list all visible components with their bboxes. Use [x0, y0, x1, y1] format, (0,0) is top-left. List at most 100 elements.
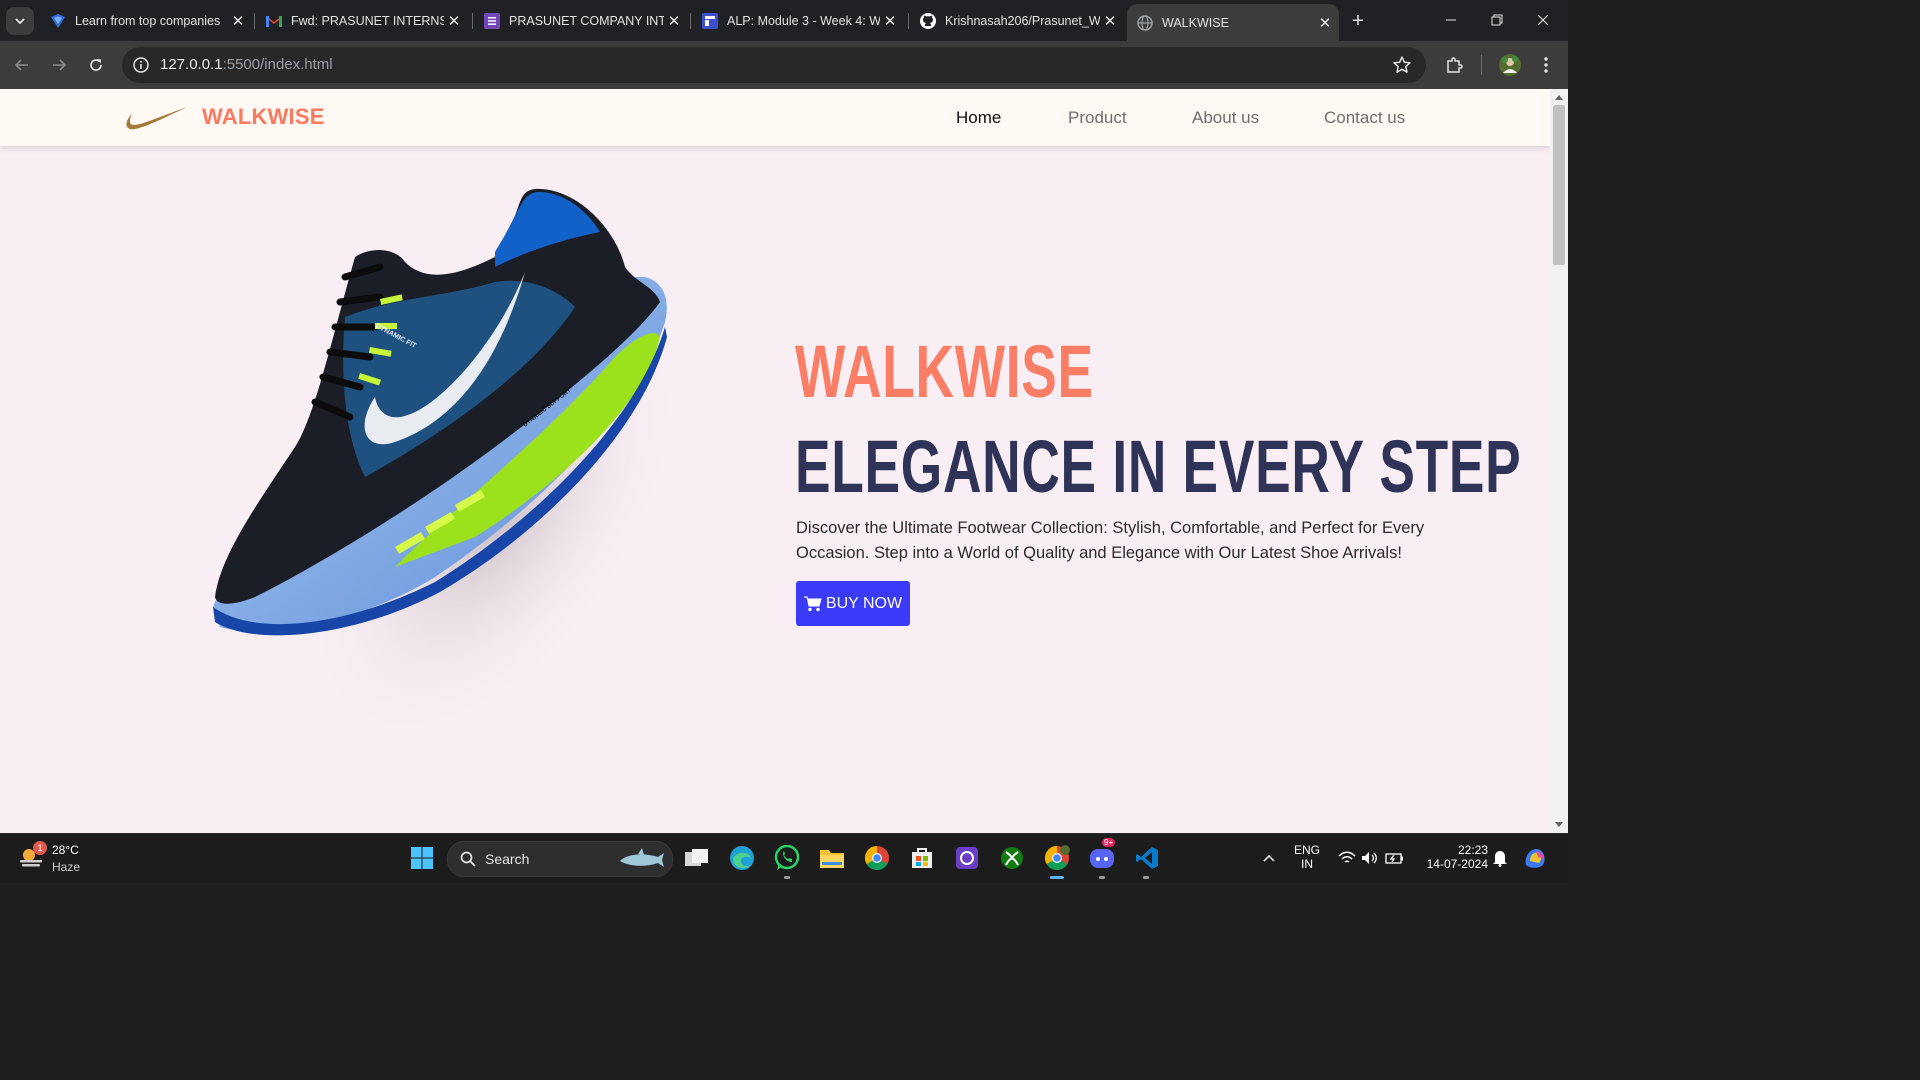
nav-product[interactable]: Product [1068, 108, 1127, 128]
weather-notification-badge: 1 [33, 841, 47, 855]
nav-about-us[interactable]: About us [1192, 108, 1259, 128]
back-button[interactable] [8, 51, 36, 79]
kebab-menu-icon [1544, 57, 1548, 73]
clock-date: 14-07-2024 [1426, 857, 1488, 871]
clock[interactable]: 22:23 14-07-2024 [1416, 843, 1488, 871]
page-viewport: WALKWISE Home Product About us Contact u… [0, 89, 1550, 833]
edge-icon [730, 846, 754, 870]
task-view-button[interactable] [683, 844, 711, 872]
scroll-down-arrow-icon[interactable] [1555, 822, 1563, 827]
page-scrollbar[interactable] [1550, 89, 1568, 833]
extensions-button[interactable] [1440, 51, 1468, 79]
taskbar-search[interactable]: Search [447, 841, 673, 877]
tab-title: PRASUNET COMPANY INTERNSHIP [509, 13, 664, 28]
start-button[interactable] [408, 844, 436, 872]
tab-learn[interactable]: Learn from top companies ✕ [40, 6, 252, 35]
address-bar[interactable]: 127.0.0.1:5500/index.html [122, 47, 1426, 83]
tab-gmail[interactable]: Fwd: PRASUNET INTERNSHIP ✕ [256, 6, 468, 35]
language-indicator[interactable]: ENG IN [1290, 843, 1324, 871]
reload-button[interactable] [82, 51, 110, 79]
copilot-button[interactable] [1521, 844, 1549, 872]
globe-icon [1137, 14, 1153, 31]
info-icon[interactable] [132, 56, 150, 74]
taskbar-xbox[interactable] [998, 844, 1026, 872]
browser-toolbar: 127.0.0.1:5500/index.html [0, 41, 1568, 89]
search-icon [460, 851, 476, 867]
hero-shoe-image: DYNAMIC FIT DYNAMIC SUPPORT [213, 188, 684, 745]
taskbar-chrome[interactable] [863, 844, 891, 872]
taskbar-store[interactable] [908, 844, 936, 872]
whatsapp-icon [774, 845, 800, 870]
vscode-icon [1136, 847, 1158, 869]
forms-icon [484, 12, 500, 29]
url-text[interactable]: 127.0.0.1:5500/index.html [160, 56, 333, 73]
bell-icon [1493, 851, 1507, 867]
tab-github[interactable]: Krishnasah206/Prasunet_W ✕ [910, 6, 1124, 35]
brand-name[interactable]: WALKWISE [202, 104, 325, 130]
avatar-icon [1499, 54, 1521, 76]
chrome-profile-icon [1044, 845, 1070, 871]
shopping-cart-icon [803, 596, 822, 611]
close-icon[interactable]: ✕ [444, 12, 464, 30]
gmail-icon [266, 13, 282, 29]
shark-highlight-icon [620, 848, 664, 867]
taskbar-file-explorer[interactable] [818, 844, 846, 872]
close-icon[interactable]: ✕ [1100, 12, 1120, 30]
nav-home[interactable]: Home [956, 108, 1001, 128]
tab-forms[interactable]: PRASUNET COMPANY INTERNSHIP ✕ [474, 6, 688, 35]
tab-walkwise[interactable]: WALKWISE ✕ [1127, 4, 1339, 41]
reload-icon [90, 59, 102, 71]
taskbar-vscode[interactable] [1133, 844, 1161, 872]
close-icon[interactable]: ✕ [1315, 14, 1335, 32]
tab-title: Fwd: PRASUNET INTERNSHIP [291, 13, 444, 28]
tab-alp[interactable]: ALP: Module 3 - Week 4: W ✕ [692, 6, 904, 35]
close-window-button[interactable] [1520, 8, 1566, 32]
tab-strip: Learn from top companies ✕ Fwd: PRASUNET… [0, 0, 1568, 41]
new-tab-button[interactable]: + [1346, 9, 1370, 33]
store-icon [912, 848, 932, 868]
forward-button[interactable] [45, 51, 73, 79]
weather-condition: Haze [52, 860, 81, 874]
scroll-up-arrow-icon[interactable] [1555, 95, 1563, 100]
scrollbar-thumb[interactable] [1553, 105, 1565, 265]
restore-button[interactable] [1474, 8, 1520, 32]
hero-description: Discover the Ultimate Footwear Collectio… [796, 519, 1425, 562]
tab-search-button[interactable] [6, 7, 34, 35]
nav-contact-us[interactable]: Contact us [1324, 108, 1405, 128]
browser-menu-button[interactable] [1532, 51, 1560, 79]
hero-subtitle: ELEGANCE IN EVERY STEP [795, 425, 1522, 508]
notification-button[interactable] [1486, 844, 1514, 872]
buy-now-label: BUY NOW [825, 594, 903, 612]
swoosh-logo-icon[interactable] [124, 105, 188, 131]
volume-status[interactable] [1356, 844, 1384, 872]
tab-title: ALP: Module 3 - Week 4: W [727, 13, 880, 28]
chevron-up-icon [1263, 854, 1275, 862]
arrow-left-icon [14, 59, 28, 71]
bookmark-star-icon[interactable] [1392, 55, 1412, 75]
taskbar-discord[interactable]: 9+ [1088, 838, 1116, 872]
close-icon [1537, 14, 1549, 26]
search-label: Search [485, 851, 530, 867]
puzzle-icon [1447, 57, 1463, 73]
tray-overflow-button[interactable] [1255, 844, 1283, 872]
close-icon[interactable]: ✕ [228, 12, 248, 30]
close-icon[interactable]: ✕ [664, 12, 684, 30]
github-icon [920, 12, 936, 29]
battery-status[interactable] [1381, 844, 1409, 872]
taskbar-whatsapp[interactable] [773, 844, 801, 872]
close-icon[interactable]: ✕ [880, 12, 900, 30]
profile-avatar[interactable] [1496, 51, 1524, 79]
taskbar-edge[interactable] [728, 844, 756, 872]
blue-diamond-icon [50, 13, 66, 29]
taskbar-chrome-profile[interactable] [1043, 844, 1071, 872]
hero-title: WALKWISE [795, 330, 1094, 413]
chrome-icon [864, 846, 889, 871]
chevron-down-icon [15, 18, 25, 25]
site-navbar: WALKWISE Home Product About us Contact u… [0, 89, 1550, 146]
tab-title: WALKWISE [1162, 15, 1229, 30]
taskbar-app-purple[interactable] [953, 844, 981, 872]
buy-now-button[interactable]: BUY NOW [796, 581, 910, 626]
tab-title: Krishnasah206/Prasunet_W [945, 13, 1100, 28]
minimize-button[interactable] [1428, 8, 1474, 32]
minimize-icon [1446, 19, 1456, 21]
